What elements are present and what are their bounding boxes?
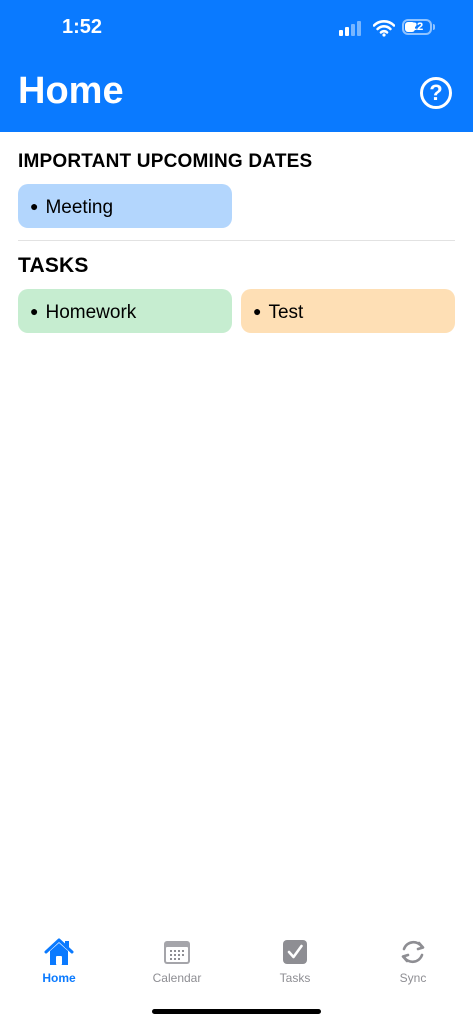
bullet-icon: ● (30, 303, 39, 319)
bullet-icon: ● (253, 303, 262, 319)
task-item-label: Test (268, 302, 304, 323)
bullet-icon: ● (30, 198, 39, 214)
calendar-icon (164, 941, 190, 964)
important-dates-title: IMPORTANT UPCOMING DATES (18, 151, 313, 172)
tab-label: Tasks (279, 971, 311, 985)
status-time: 1:52 (62, 16, 103, 38)
tab-tasks[interactable]: Tasks (236, 928, 354, 994)
house-icon (44, 938, 74, 965)
tab-label: Calendar (152, 971, 202, 985)
wifi-icon (373, 20, 395, 37)
tab-bar: Home Calendar Tasks Sync (0, 928, 473, 998)
sync-icon (401, 940, 425, 964)
header-bar: 1:52 22 Home ? (0, 0, 473, 132)
tab-sync[interactable]: Sync (354, 928, 472, 994)
task-item-label: Homework (45, 302, 137, 323)
section-divider (18, 240, 455, 241)
tab-calendar[interactable]: Calendar (118, 928, 236, 994)
cellular-signal-icon (339, 18, 365, 38)
home-indicator (152, 1009, 321, 1014)
date-item-meeting[interactable]: ● Meeting (18, 184, 232, 228)
tasks-title: TASKS (18, 254, 89, 277)
battery-level: 22 (410, 21, 424, 33)
task-item-homework[interactable]: ● Homework (18, 289, 232, 333)
help-button[interactable]: ? (420, 77, 452, 109)
battery-icon: 22 (402, 19, 432, 35)
page-title: Home (18, 70, 124, 112)
tab-home[interactable]: Home (0, 928, 118, 994)
battery-cap (433, 24, 435, 30)
tab-label: Home (42, 971, 76, 985)
date-item-label: Meeting (45, 197, 114, 218)
tab-label: Sync (399, 971, 427, 985)
task-item-test[interactable]: ● Test (241, 289, 455, 333)
checkbox-icon (283, 940, 307, 964)
